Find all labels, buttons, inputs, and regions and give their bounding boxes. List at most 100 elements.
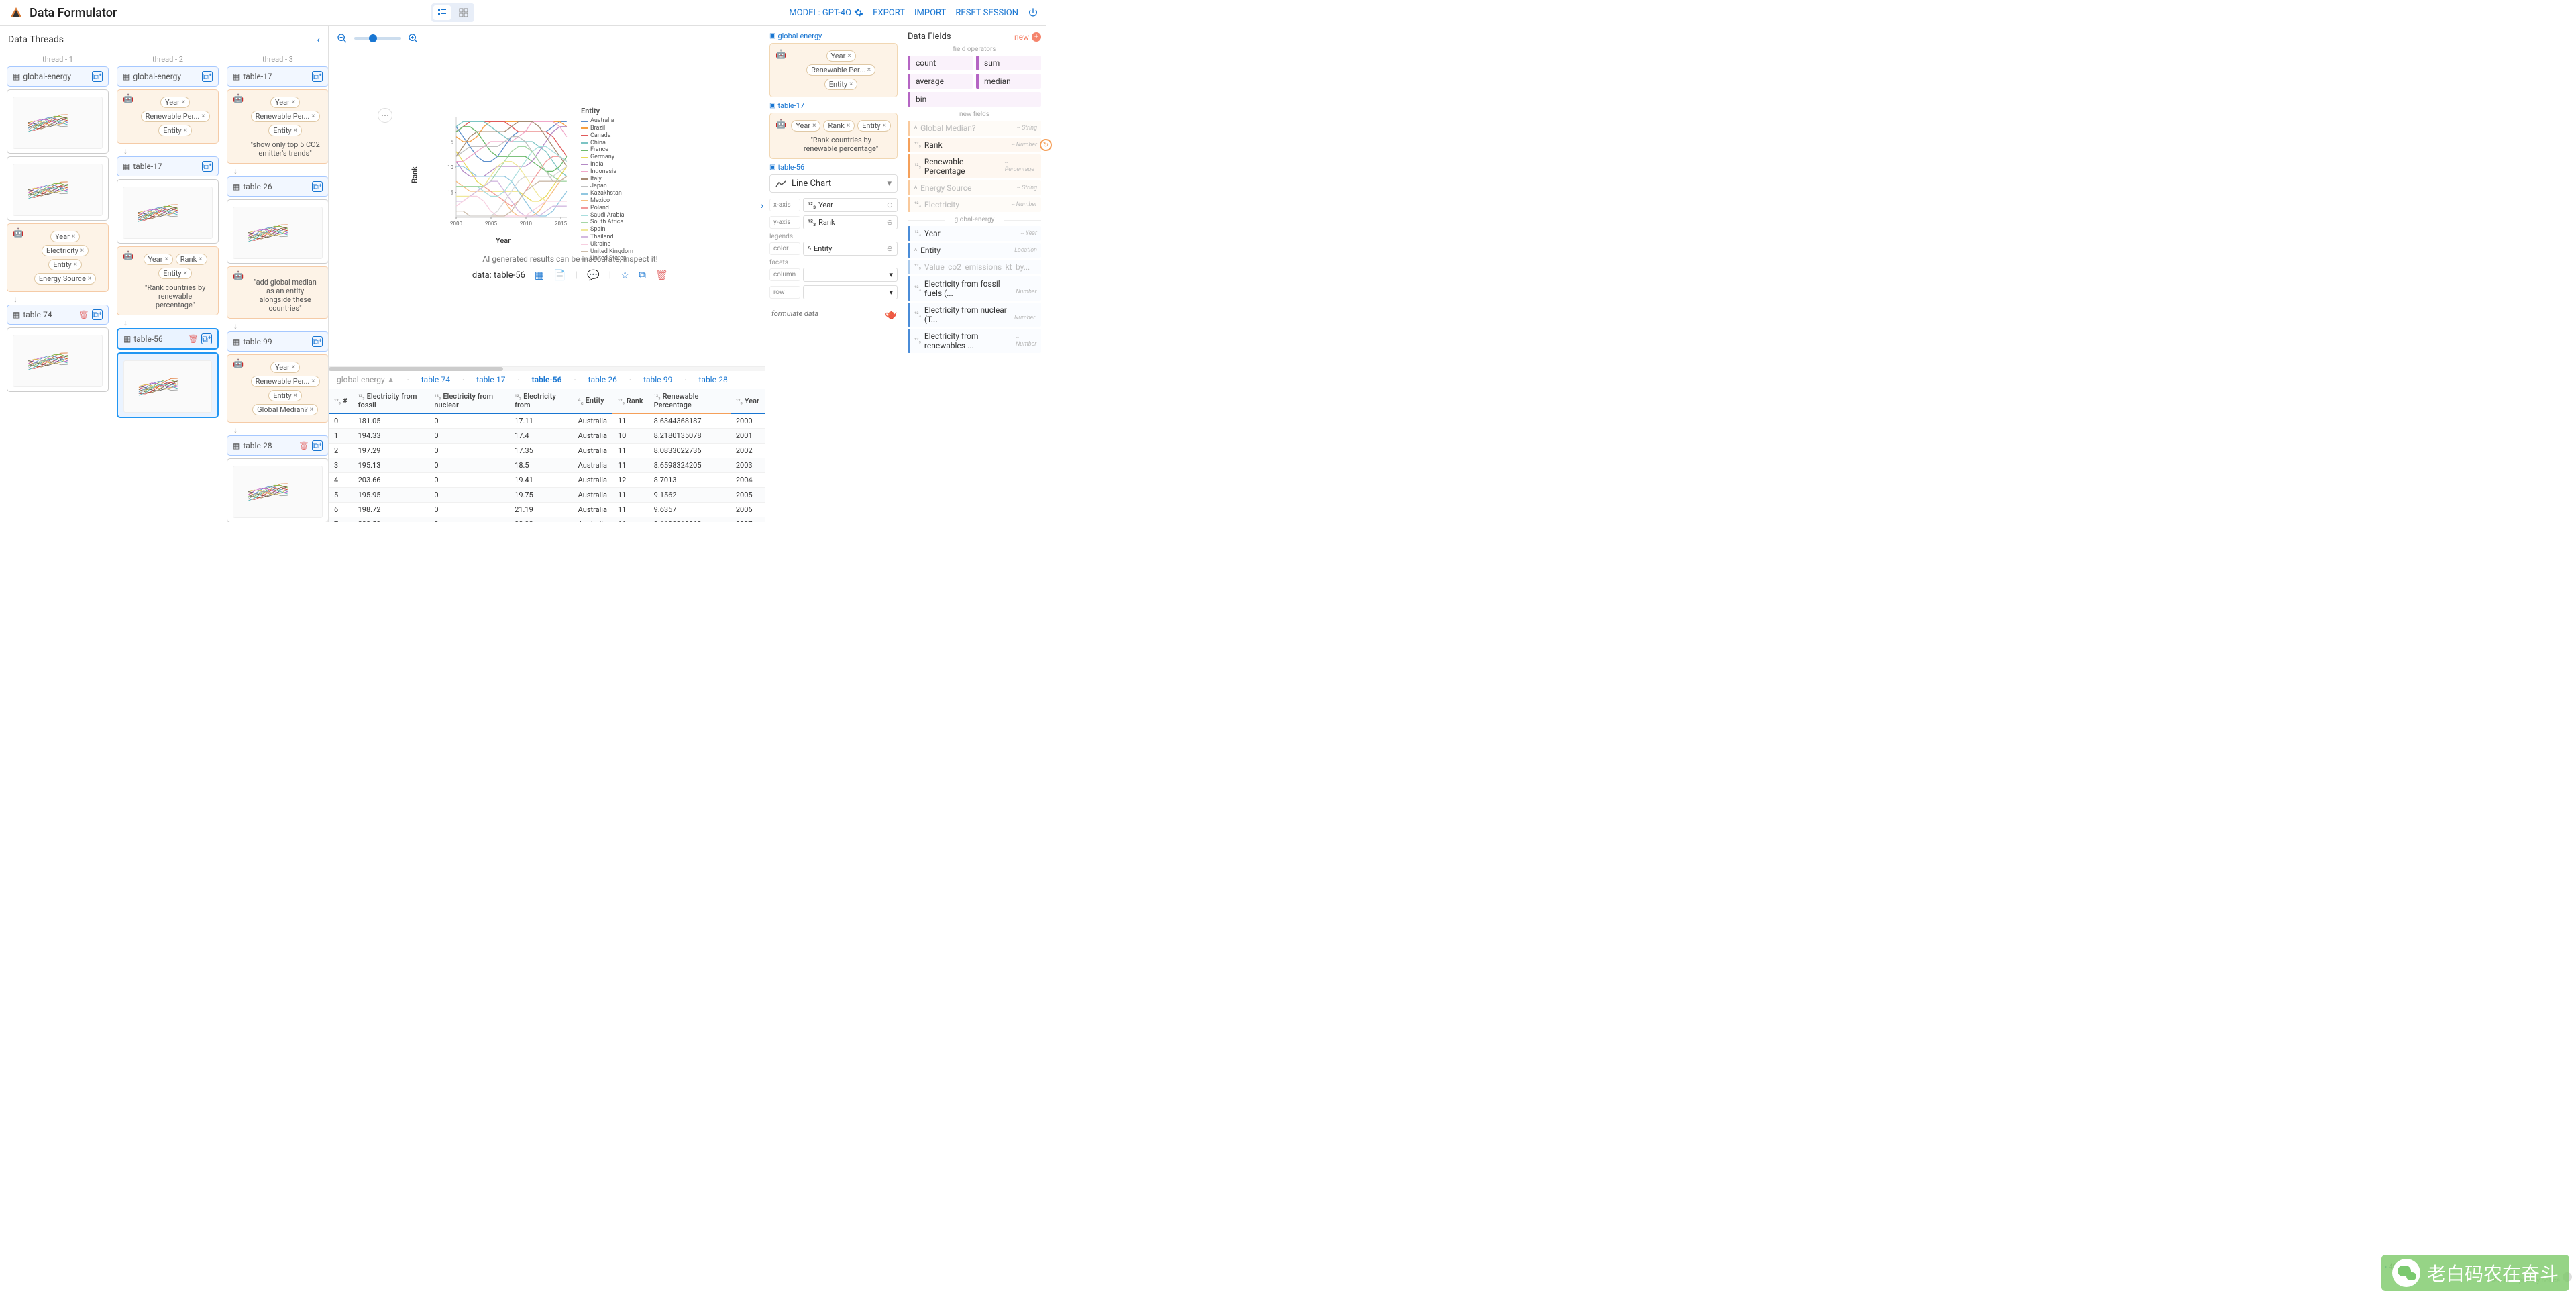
chart-type-selector[interactable]: Line Chart ▾	[769, 174, 898, 193]
field-item[interactable]: ᴬGlobal Median?-- String	[908, 121, 1041, 136]
delete-node-icon[interactable]: 🗑	[188, 333, 199, 344]
field-item[interactable]: ¹²₃Electricity from renewables ...-- Num…	[908, 329, 1041, 353]
formulate-input[interactable]	[769, 307, 885, 320]
chart-thumbnail[interactable]	[227, 458, 328, 522]
create-chart-icon[interactable]: ⧉⁺	[312, 71, 323, 82]
create-chart-icon[interactable]: ⧉⁺	[201, 333, 212, 344]
data-node[interactable]: ▦table-28🗑⧉⁺	[227, 435, 328, 456]
remove-chip-icon[interactable]: ×	[199, 256, 202, 263]
column-header[interactable]: ¹²₃Renewable Percentage	[649, 389, 731, 413]
field-item[interactable]: ¹²₃Electricity from nuclear (T...-- Numb…	[908, 303, 1041, 327]
operator-average[interactable]: average	[908, 74, 973, 89]
data-node[interactable]: ▦global-energy⧉⁺	[7, 66, 109, 87]
remove-chip-icon[interactable]: ×	[184, 127, 187, 134]
data-node[interactable]: ▦global-energy⧉⁺	[117, 66, 219, 87]
field-chip[interactable]: Energy Source×	[34, 273, 96, 285]
data-node[interactable]: ▦table-74🗑⧉⁺	[7, 305, 109, 325]
create-chart-icon[interactable]: ⧉⁺	[312, 440, 323, 451]
clear-x-icon[interactable]: ⊖	[887, 201, 893, 209]
field-chip[interactable]: Rank×	[823, 120, 855, 132]
field-chip[interactable]: Entity×	[268, 125, 302, 136]
collapse-threads-button[interactable]: ‹	[317, 33, 320, 46]
config-collapse-button[interactable]: ›	[761, 201, 763, 211]
field-chip[interactable]: Entity×	[268, 390, 302, 401]
operator-count[interactable]: count	[908, 56, 973, 70]
table-tab[interactable]: table-56	[532, 375, 562, 384]
formulate-submit-icon[interactable]: 🫖	[885, 308, 898, 320]
remove-chip-icon[interactable]: ×	[201, 113, 205, 120]
remove-chip-icon[interactable]: ×	[292, 364, 295, 371]
field-chip[interactable]: Renewable Per...×	[141, 111, 210, 122]
table-tab[interactable]: table-17	[476, 375, 505, 384]
field-chip[interactable]: Electricity×	[42, 245, 89, 256]
copy-icon[interactable]: ⧉	[639, 269, 646, 281]
chart-view-icon[interactable]: ▦	[535, 269, 544, 281]
create-chart-icon[interactable]: ⧉⁺	[92, 71, 103, 82]
field-chip[interactable]: Renewable Per...×	[806, 64, 875, 76]
remove-chip-icon[interactable]: ×	[310, 406, 313, 413]
operator-median[interactable]: median	[976, 74, 1041, 89]
remove-chip-icon[interactable]: ×	[294, 392, 297, 399]
clear-y-icon[interactable]: ⊖	[887, 218, 893, 227]
remove-chip-icon[interactable]: ×	[294, 127, 297, 134]
field-chip[interactable]: Year×	[270, 362, 300, 373]
field-chip[interactable]: Entity×	[824, 79, 858, 90]
list-view-button[interactable]	[433, 5, 451, 20]
table-tab[interactable]: table-99	[643, 375, 672, 384]
field-chip[interactable]: Year×	[144, 254, 173, 265]
column-header[interactable]: ¹²₃Electricity from fossil	[353, 389, 429, 413]
chart-thumbnail[interactable]	[7, 89, 109, 154]
import-button[interactable]: IMPORT	[914, 8, 946, 18]
remove-chip-icon[interactable]: ×	[72, 233, 75, 240]
field-chip[interactable]: Global Median?×	[252, 404, 318, 415]
star-icon[interactable]: ☆	[621, 269, 629, 281]
remove-chip-icon[interactable]: ×	[184, 270, 187, 277]
remove-chip-icon[interactable]: ×	[88, 275, 91, 282]
zoom-out-icon[interactable]	[337, 33, 347, 44]
row-field[interactable]: ▾	[803, 285, 898, 299]
remove-chip-icon[interactable]: ×	[311, 378, 315, 385]
column-header[interactable]: ¹²₃Electricity from	[509, 389, 572, 413]
chart-thumbnail[interactable]	[227, 199, 328, 264]
remove-chip-icon[interactable]: ×	[80, 247, 84, 254]
column-header[interactable]: ᴬcEntity	[573, 389, 612, 413]
remove-chip-icon[interactable]: ×	[292, 99, 295, 106]
table-tab[interactable]: global-energy ▲	[337, 375, 395, 384]
field-item[interactable]: ᴬEnergy Source-- String	[908, 180, 1041, 195]
data-node[interactable]: ▦table-17⧉⁺	[117, 156, 219, 176]
create-chart-icon[interactable]: ⧉⁺	[92, 309, 103, 320]
field-chip[interactable]: Rank×	[176, 254, 207, 265]
create-chart-icon[interactable]: ⧉⁺	[202, 71, 213, 82]
data-node[interactable]: ▦table-26⧉⁺	[227, 176, 328, 197]
operator-bin[interactable]: bin	[908, 92, 1041, 107]
remove-chip-icon[interactable]: ×	[182, 99, 185, 106]
remove-chip-icon[interactable]: ×	[74, 261, 77, 268]
chart-thumbnail[interactable]	[117, 352, 219, 418]
field-chip[interactable]: Entity×	[857, 120, 891, 132]
export-button[interactable]: EXPORT	[873, 8, 905, 18]
chart-thumbnail[interactable]	[7, 327, 109, 392]
table-tab[interactable]: table-28	[698, 375, 727, 384]
color-field[interactable]: ᴬEntity⊖	[803, 242, 898, 256]
operator-sum[interactable]: sum	[976, 56, 1041, 70]
config-breadcrumb[interactable]: ▣table-56	[769, 163, 898, 172]
delete-node-icon[interactable]: 🗑	[299, 440, 309, 451]
delete-chart-icon[interactable]: 🗑	[655, 269, 668, 281]
remove-chip-icon[interactable]: ×	[311, 113, 315, 120]
data-node[interactable]: ▦table-99⧉⁺	[227, 331, 328, 352]
field-chip[interactable]: Entity×	[48, 259, 82, 270]
data-node[interactable]: ▦table-17⧉⁺	[227, 66, 328, 87]
field-chip[interactable]: Entity×	[158, 125, 192, 136]
chart-thumbnail[interactable]	[117, 179, 219, 244]
new-field-button[interactable]: new +	[1014, 32, 1041, 42]
field-chip[interactable]: Year×	[160, 97, 190, 108]
config-breadcrumb[interactable]: ▣table-17	[769, 101, 898, 110]
field-item[interactable]: ¹²₃Rank-- Number	[908, 138, 1041, 152]
y-axis-field[interactable]: ¹²₃Rank⊖	[803, 215, 898, 229]
column-header[interactable]: ¹²₃#	[329, 389, 353, 413]
zoom-slider[interactable]	[354, 37, 401, 40]
field-chip[interactable]: Renewable Per...×	[251, 376, 320, 387]
column-header[interactable]: ¹²₃Electricity from nuclear	[429, 389, 509, 413]
delete-node-icon[interactable]: 🗑	[78, 309, 89, 320]
field-chip[interactable]: Year×	[270, 97, 300, 108]
